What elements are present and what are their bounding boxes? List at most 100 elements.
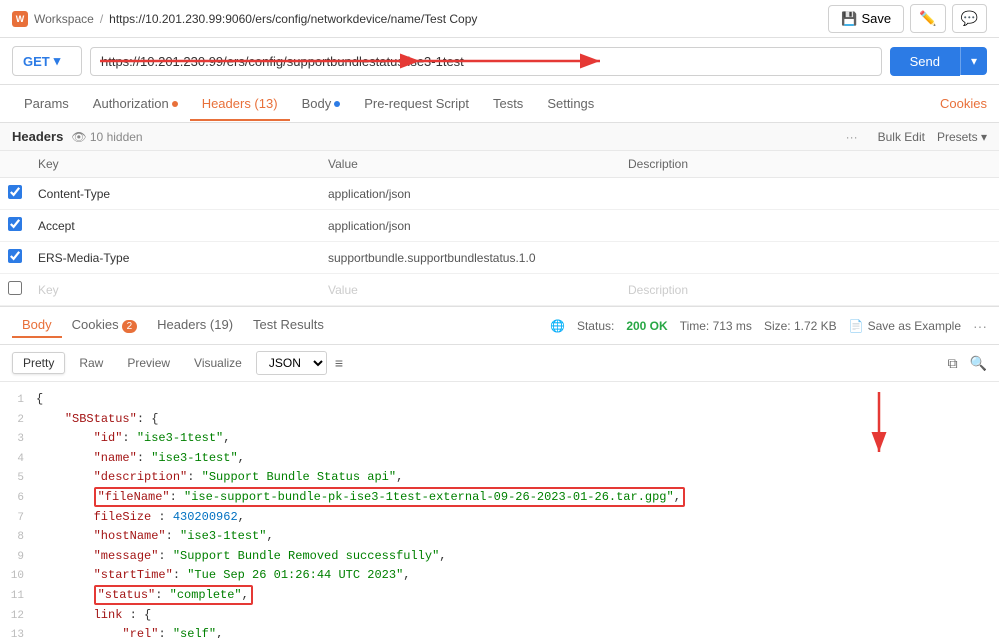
status-area: 🌐 Status: 200 OK Time: 713 ms Size: 1.72… — [550, 318, 987, 334]
row3-description — [620, 242, 999, 274]
new-row-key[interactable]: Key — [30, 274, 320, 306]
workspace-label: Workspace — [34, 12, 94, 26]
save-label: Save — [861, 11, 891, 26]
headers-section-title: Headers — [12, 129, 63, 144]
top-bar-actions: 💾 Save ✏️ 💬 — [828, 4, 987, 33]
size-label: Size: 1.72 KB — [764, 319, 837, 333]
auth-dot — [172, 101, 178, 107]
edit-icon-button[interactable]: ✏️ — [910, 4, 945, 33]
send-button[interactable]: Send — [890, 47, 960, 76]
format-pretty-button[interactable]: Pretty — [12, 352, 65, 374]
new-row-value[interactable]: Value — [320, 274, 620, 306]
new-key-row: Key Value Description — [0, 274, 999, 306]
row1-key: Content-Type — [30, 178, 320, 210]
col-value: Value — [320, 151, 620, 178]
response-body: 1 { 2 "SBStatus": { 3 "id": "ise3-1test"… — [0, 382, 999, 638]
tab-body[interactable]: Body — [290, 88, 353, 121]
breadcrumb-separator: / — [100, 12, 103, 26]
line-11: 11 "status": "complete", — [0, 586, 999, 606]
line-4: 4 "name": "ise3-1test", — [0, 449, 999, 469]
row3-value: supportbundle.supportbundlestatus.1.0 — [320, 242, 620, 274]
line-5: 5 "description": "Support Bundle Status … — [0, 468, 999, 488]
headers-table: Key Value Description Content-Type appli… — [0, 151, 999, 306]
table-row: Accept application/json — [0, 210, 999, 242]
url-input[interactable] — [90, 47, 882, 76]
line-1: 1 { — [0, 390, 999, 410]
method-label: GET — [23, 54, 50, 69]
row2-description — [620, 210, 999, 242]
tab-prerequest[interactable]: Pre-request Script — [352, 88, 481, 121]
row3-key: ERS-Media-Type — [30, 242, 320, 274]
share-icon-button[interactable]: 💬 — [952, 4, 987, 33]
line-3: 3 "id": "ise3-1test", — [0, 429, 999, 449]
copy-icon[interactable]: ⧉ — [948, 355, 958, 372]
headers-section-header: Headers 👁 10 hidden ··· Bulk Edit Preset… — [0, 123, 999, 151]
globe-icon: 🌐 — [550, 319, 565, 333]
headers-table-head: Key Value Description — [0, 151, 999, 178]
row1-checkbox[interactable] — [8, 185, 22, 199]
new-row-checkbox[interactable] — [8, 281, 22, 295]
search-icon[interactable]: 🔍 — [970, 355, 987, 372]
row2-key: Accept — [30, 210, 320, 242]
workspace-icon: W — [12, 11, 28, 27]
json-content: 1 { 2 "SBStatus": { 3 "id": "ise3-1test"… — [0, 382, 999, 638]
tab-authorization[interactable]: Authorization — [81, 88, 190, 121]
time-label: Time: 713 ms — [680, 319, 752, 333]
format-raw-button[interactable]: Raw — [69, 353, 113, 373]
resp-tab-cookies[interactable]: Cookies2 — [62, 313, 148, 338]
format-visualize-button[interactable]: Visualize — [184, 353, 252, 373]
new-row-description[interactable]: Description — [620, 274, 999, 306]
breadcrumb-url: https://10.201.230.99:9060/ers/config/ne… — [109, 12, 477, 26]
filter-icon[interactable]: ≡ — [335, 355, 343, 371]
col-checkbox — [0, 151, 30, 178]
col-description: Description — [620, 151, 999, 178]
tab-params[interactable]: Params — [12, 88, 81, 121]
tab-settings[interactable]: Settings — [535, 88, 606, 121]
presets-button[interactable]: Presets ▾ — [937, 130, 987, 144]
line-6: 6 "fileName": "ise-support-bundle-pk-ise… — [0, 488, 999, 508]
row2-checkbox[interactable] — [8, 217, 22, 231]
request-tabs: Params Authorization Headers (13) Body P… — [0, 85, 999, 123]
save-example-button[interactable]: 📄 Save as Example — [849, 319, 961, 333]
method-select[interactable]: GET ▾ — [12, 46, 82, 76]
save-button[interactable]: 💾 Save — [828, 5, 904, 33]
table-row: ERS-Media-Type supportbundle.supportbund… — [0, 242, 999, 274]
table-row: Content-Type application/json — [0, 178, 999, 210]
line-13: 13 "rel": "self", — [0, 625, 999, 638]
url-bar: GET ▾ Send ▾ — [0, 38, 999, 85]
col-key: Key — [30, 151, 320, 178]
tab-headers[interactable]: Headers (13) — [190, 88, 290, 121]
format-preview-button[interactable]: Preview — [117, 353, 180, 373]
resp-tab-headers[interactable]: Headers (19) — [147, 313, 243, 338]
line-10: 10 "startTime": "Tue Sep 26 01:26:44 UTC… — [0, 566, 999, 586]
json-format-select[interactable]: JSON XML Text — [256, 351, 327, 375]
line-7: 7 fileSize : 430200962, — [0, 508, 999, 528]
save-icon: 💾 — [841, 11, 857, 27]
tab-tests[interactable]: Tests — [481, 88, 535, 121]
body-dot — [334, 101, 340, 107]
response-more-button[interactable]: ··· — [973, 318, 987, 334]
bulk-edit-button[interactable]: Bulk Edit — [878, 130, 925, 144]
line-2: 2 "SBStatus": { — [0, 410, 999, 430]
cookies-link[interactable]: Cookies — [940, 96, 987, 111]
row3-checkbox[interactable] — [8, 249, 22, 263]
cookies-badge: 2 — [122, 320, 138, 333]
status-code: 200 OK — [626, 319, 667, 333]
send-dropdown-button[interactable]: ▾ — [960, 47, 987, 75]
resp-tab-test-results[interactable]: Test Results — [243, 313, 334, 338]
top-bar: W Workspace / https://10.201.230.99:9060… — [0, 0, 999, 38]
response-toolbar: Pretty Raw Preview Visualize JSON XML Te… — [0, 345, 999, 382]
row1-value: application/json — [320, 178, 620, 210]
save-example-label: Save as Example — [868, 319, 961, 333]
more-options-icon[interactable]: ··· — [846, 130, 858, 144]
status-label: Status: — [577, 319, 614, 333]
line-12: 12 link : { — [0, 606, 999, 626]
row1-description — [620, 178, 999, 210]
method-dropdown-icon: ▾ — [54, 53, 61, 69]
line-9: 9 "message": "Support Bundle Removed suc… — [0, 547, 999, 567]
line-8: 8 "hostName": "ise3-1test", — [0, 527, 999, 547]
breadcrumb: W Workspace / https://10.201.230.99:9060… — [12, 11, 477, 27]
row2-value: application/json — [320, 210, 620, 242]
send-button-group: Send ▾ — [890, 47, 987, 76]
resp-tab-body[interactable]: Body — [12, 313, 62, 338]
